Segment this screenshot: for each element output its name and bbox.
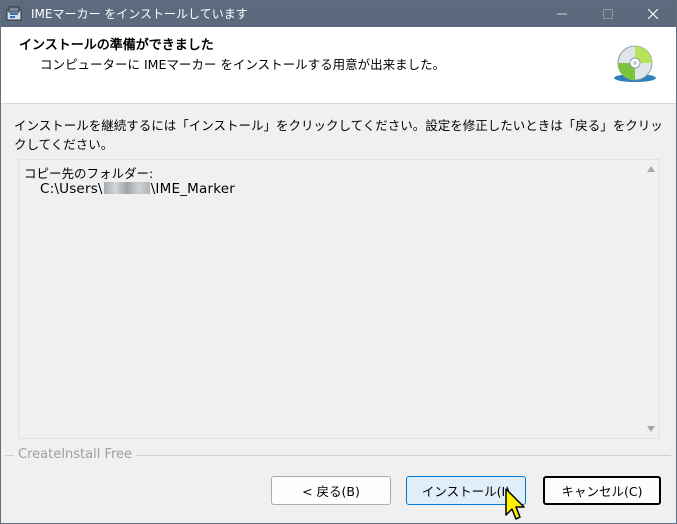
installer-window: IMEマーカー をインストールしています インストールの準備ができました コンピ… bbox=[0, 0, 677, 524]
back-button[interactable]: < 戻る(B) bbox=[271, 476, 391, 505]
brand-label: CreateInstall Free bbox=[14, 447, 137, 462]
title-bar[interactable]: IMEマーカー をインストールしています bbox=[1, 1, 676, 27]
instruction-text: インストールを継続するには「インストール」をクリックしてください。設定を修正した… bbox=[14, 118, 663, 152]
summary-textbox[interactable]: コピー先のフォルダー: C:\Users\ \IME_Marker bbox=[18, 159, 660, 439]
path-suffix: \IME_Marker bbox=[150, 181, 236, 197]
maximize-icon bbox=[603, 9, 613, 19]
minimize-button[interactable] bbox=[539, 1, 585, 27]
destination-folder-label: コピー先のフォルダー: bbox=[24, 166, 154, 181]
cancel-button[interactable]: キャンセル(C) bbox=[543, 476, 661, 505]
window-title: IMEマーカー をインストールしています bbox=[31, 7, 248, 21]
maximize-button[interactable] bbox=[585, 1, 631, 27]
cd-disc-icon bbox=[614, 45, 656, 82]
redacted-username bbox=[103, 182, 150, 194]
wizard-header: インストールの準備ができました コンピューターに IMEマーカー をインストール… bbox=[1, 27, 676, 104]
mouse-pointer-icon bbox=[505, 488, 525, 520]
installer-app-icon bbox=[6, 6, 22, 21]
path-prefix: C:\Users\ bbox=[40, 181, 103, 197]
close-button[interactable] bbox=[630, 1, 676, 27]
close-icon bbox=[648, 9, 658, 19]
minimize-icon bbox=[557, 13, 567, 15]
scroll-up-arrow-icon[interactable] bbox=[647, 166, 655, 172]
header-title: インストールの準備ができました bbox=[19, 38, 214, 53]
destination-folder-path: C:\Users\ \IME_Marker bbox=[40, 181, 235, 197]
header-subtitle: コンピューターに IMEマーカー をインストールする用意が出来ました。 bbox=[40, 57, 446, 72]
vertical-scrollbar[interactable] bbox=[642, 160, 659, 438]
scroll-down-arrow-icon[interactable] bbox=[647, 426, 655, 432]
